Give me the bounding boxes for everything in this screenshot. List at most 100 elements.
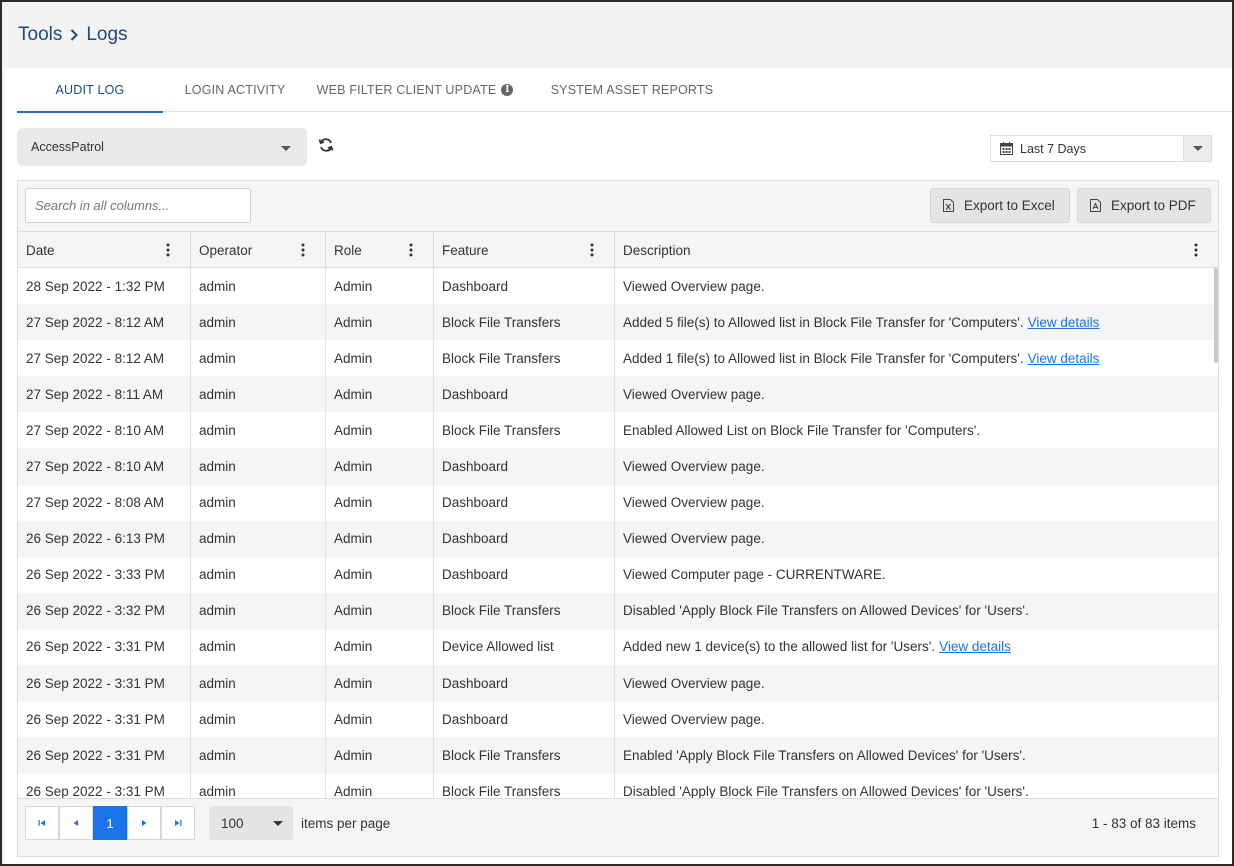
column-menu-icon[interactable] [590, 243, 594, 257]
operator-cell: admin [191, 773, 326, 798]
tab-bar: AUDIT LOG LOGIN ACTIVITY WEB FILTER CLIE… [17, 68, 1232, 113]
operator-cell: admin [191, 701, 326, 738]
table-row[interactable]: 26 Sep 2022 - 3:32 PM admin Admin Block Fil… [18, 592, 1218, 629]
column-menu-icon[interactable] [409, 243, 413, 257]
column-header-description[interactable]: Description [615, 232, 1218, 268]
date-range-dropdown-button[interactable] [1183, 136, 1211, 161]
column-header-role[interactable]: Role [326, 232, 434, 268]
table-row[interactable]: 27 Sep 2022 - 8:10 AM admin Admin Block Fil… [18, 412, 1218, 449]
tab-audit-log[interactable]: AUDIT LOG [17, 68, 163, 113]
search-input[interactable] [25, 188, 251, 223]
feature-cell: Dashboard [434, 520, 615, 557]
table-row[interactable]: 27 Sep 2022 - 8:12 AM admin Admin Block Fil… [18, 304, 1218, 341]
operator-cell: admin [191, 520, 326, 557]
feature-cell: Block File Transfers [434, 412, 615, 449]
description-cell: Viewed Overview page. [615, 485, 1218, 521]
table-row[interactable]: 26 Sep 2022 - 6:13 PM admin Admin Dashboard… [18, 520, 1218, 557]
column-header-date[interactable]: Date [18, 232, 191, 268]
item-count: 1 - 83 of 83 items [1091, 816, 1196, 831]
description-cell: Enabled Allowed List on Block File Trans… [615, 412, 1218, 448]
column-menu-icon[interactable] [301, 243, 305, 257]
date-cell: 26 Sep 2022 - 3:31 PM [18, 701, 191, 738]
refresh-icon[interactable] [318, 137, 334, 153]
role-cell: Admin [326, 520, 434, 557]
description-cell: Disabled 'Apply Block File Transfers on … [615, 773, 1218, 798]
role-cell: Admin [326, 773, 434, 798]
export-pdf-button[interactable]: Export to PDF [1077, 188, 1211, 223]
table-row[interactable]: 26 Sep 2022 - 3:31 PM admin Admin Block Fil… [18, 773, 1218, 798]
operator-cell: admin [191, 340, 326, 377]
page-button-current[interactable]: 1 [93, 806, 127, 840]
company-select[interactable]: AccessPatrol [17, 128, 307, 166]
feature-cell: Dashboard [434, 376, 615, 413]
date-cell: 27 Sep 2022 - 8:11 AM [18, 376, 191, 413]
description-cell: Viewed Overview page. [615, 268, 1218, 304]
feature-cell: Dashboard [434, 484, 615, 521]
role-cell: Admin [326, 448, 434, 485]
vertical-scrollbar[interactable] [1214, 268, 1218, 363]
table-row[interactable]: 28 Sep 2022 - 1:32 PM admin Admin Dashboard… [18, 268, 1218, 305]
first-page-button[interactable] [25, 806, 59, 840]
table-row[interactable]: 27 Sep 2022 - 8:12 AM admin Admin Block Fil… [18, 340, 1218, 377]
table-row[interactable]: 26 Sep 2022 - 3:31 PM admin Admin Device Al… [18, 628, 1218, 666]
feature-cell: Block File Transfers [434, 737, 615, 774]
export-excel-label: Export to Excel [964, 198, 1055, 213]
breadcrumb-root[interactable]: Tools [18, 24, 62, 46]
breadcrumb-current: Logs [86, 24, 128, 45]
next-page-button[interactable] [127, 806, 161, 840]
table-row[interactable]: 27 Sep 2022 - 8:08 AM admin Admin Dashboard… [18, 484, 1218, 521]
role-cell: Admin [326, 484, 434, 521]
column-header-label: Date [26, 242, 55, 258]
description-cell: Enabled 'Apply Block File Transfers on A… [615, 737, 1218, 773]
table-row[interactable]: 26 Sep 2022 - 3:31 PM admin Admin Dashboard… [18, 665, 1218, 702]
column-header-operator[interactable]: Operator [191, 232, 326, 268]
top-bar: Tools Logs [4, 4, 1232, 68]
feature-cell: Dashboard [434, 448, 615, 485]
table-row[interactable]: 26 Sep 2022 - 3:31 PM admin Admin Block Fil… [18, 737, 1218, 774]
operator-cell: admin [191, 556, 326, 593]
date-cell: 28 Sep 2022 - 1:32 PM [18, 268, 191, 305]
last-page-button[interactable] [161, 806, 195, 840]
view-details-link[interactable]: View details [1028, 351, 1100, 366]
feature-cell: Block File Transfers [434, 304, 615, 341]
last-page-icon [175, 820, 182, 826]
date-cell: 27 Sep 2022 - 8:12 AM [18, 340, 191, 377]
role-cell: Admin [326, 340, 434, 377]
info-icon[interactable]: i [501, 84, 514, 96]
table-row[interactable]: 27 Sep 2022 - 8:11 AM admin Admin Dashboard… [18, 376, 1218, 413]
export-pdf-label: Export to PDF [1111, 198, 1196, 213]
description-text: Added new 1 device(s) to the allowed lis… [623, 639, 936, 655]
operator-cell: admin [191, 376, 326, 413]
role-cell: Admin [326, 304, 434, 341]
role-cell: Admin [326, 701, 434, 738]
export-excel-button[interactable]: Export to Excel [930, 188, 1070, 223]
table-row[interactable]: 26 Sep 2022 - 3:31 PM admin Admin Dashboard… [18, 701, 1218, 738]
tab-system-asset-reports[interactable]: SYSTEM ASSET REPORTS [523, 68, 741, 112]
column-header-feature[interactable]: Feature [434, 232, 615, 268]
date-range-select[interactable]: Last 7 Days [990, 135, 1212, 162]
view-details-link[interactable]: View details [939, 639, 1011, 654]
description-text: Disabled 'Apply Block File Transfers on … [623, 603, 1029, 619]
description-cell: Viewed Overview page. [615, 665, 1218, 701]
tab-login-activity[interactable]: LOGIN ACTIVITY [163, 68, 307, 112]
feature-cell: Block File Transfers [434, 773, 615, 798]
table-row[interactable]: 26 Sep 2022 - 3:33 PM admin Admin Dashboard… [18, 556, 1218, 593]
table-row[interactable]: 27 Sep 2022 - 8:10 AM admin Admin Dashboard… [18, 448, 1218, 485]
view-details-link[interactable]: View details [1028, 315, 1100, 330]
description-text: Enabled Allowed List on Block File Trans… [623, 422, 981, 438]
excel-file-icon [943, 199, 954, 212]
page-size-label: items per page [301, 816, 391, 831]
operator-cell: admin [191, 628, 326, 666]
app-frame: Tools Logs AUDIT LOG LOGIN ACTIVITY WEB … [0, 0, 1234, 866]
previous-page-button[interactable] [59, 806, 93, 840]
feature-cell: Dashboard [434, 701, 615, 738]
column-menu-icon[interactable] [1194, 243, 1198, 257]
page-size-select[interactable]: 100 [209, 806, 293, 840]
feature-cell: Dashboard [434, 665, 615, 702]
breadcrumb: Tools Logs [18, 24, 128, 46]
grid-toolbar: Export to Excel Export to PDF [18, 181, 1218, 231]
role-cell: Admin [326, 737, 434, 774]
description-text: Viewed Overview page. [623, 711, 765, 727]
tab-web-filter-client-update[interactable]: WEB FILTER CLIENT UPDATE i [307, 68, 523, 112]
column-menu-icon[interactable] [166, 243, 170, 257]
